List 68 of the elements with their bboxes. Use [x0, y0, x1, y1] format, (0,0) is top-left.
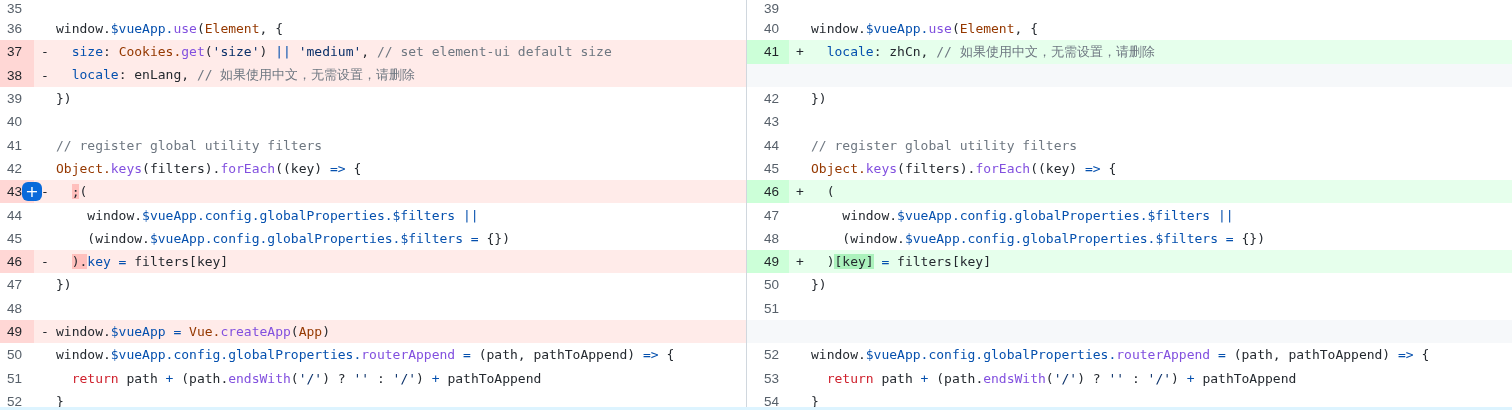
diff-marker: - — [40, 44, 50, 60]
code-line: size: Cookies.get('size') || 'medium', // set element-ui default size — [70, 44, 612, 60]
line-number: 50 — [762, 276, 780, 295]
code-line: }) — [811, 91, 827, 107]
line-number: 45 — [5, 229, 23, 248]
diff-marker: - — [40, 254, 50, 270]
line-number: 54 — [762, 392, 780, 407]
diff-marker: + — [795, 44, 805, 60]
diff-marker: - — [40, 67, 50, 83]
code-line: // register global utility filters — [811, 137, 1078, 153]
code-line: return path + (path.endsWith('/') ? '' : '/') + pathToAppend — [70, 370, 542, 386]
line-number: 48 — [5, 299, 23, 318]
line-number: 51 — [762, 299, 780, 318]
line-number: 47 — [762, 206, 780, 225]
line-number: 42 — [762, 90, 780, 109]
line-number: 41 — [747, 40, 789, 64]
line-number: 40 — [762, 20, 780, 39]
code-line: window.$vueApp.config.globalProperties.$filters || — [86, 207, 479, 223]
add-comment-button[interactable]: + — [22, 182, 42, 202]
code-line: locale: enLang, // 如果使用中文，无需设置，请删除 — [70, 66, 416, 85]
line-number: 44 — [762, 136, 780, 155]
line-number: 52 — [762, 346, 780, 365]
line-number: 46 — [747, 180, 789, 204]
line-number: 37 — [0, 40, 34, 64]
line-number: 42 — [5, 159, 23, 178]
line-number: 45 — [762, 159, 780, 178]
code-line: window.$vueApp.use(Element, { — [811, 21, 1038, 37]
diff-marker: - — [40, 324, 50, 339]
line-number: 39 — [762, 0, 780, 17]
code-line: )[key] = filters[key] — [825, 254, 992, 270]
code-line: window.$vueApp.config.globalProperties.routerAppend = (path, pathToAppend) => { — [811, 347, 1430, 363]
code-line: window.$vueApp.use(Element, { — [56, 21, 283, 37]
code-line: ( — [825, 184, 835, 200]
code-line: // register global utility filters — [56, 137, 323, 153]
line-number: 44 — [5, 206, 23, 225]
code-line: }) — [56, 277, 72, 293]
line-number: 39 — [5, 90, 23, 109]
line-number: 46 — [0, 249, 34, 274]
code-line: (window.$vueApp.config.globalProperties.$filters = {}) — [841, 230, 1265, 246]
diff-marker: - — [40, 184, 50, 200]
code-line: Object.keys(filters).forEach((key) => { — [56, 160, 362, 176]
line-number: 35 — [5, 0, 23, 17]
line-number: 49 — [747, 249, 789, 274]
code-line: window.$vueApp.config.globalProperties.$filters || — [841, 207, 1234, 223]
line-number: 36 — [5, 20, 23, 39]
code-line: }) — [811, 277, 827, 293]
line-number: 47 — [5, 276, 23, 295]
line-number: 40 — [5, 113, 23, 132]
line-number: 41 — [5, 136, 23, 155]
diff-marker: + — [795, 184, 805, 200]
code-line: window.$vueApp.config.globalProperties.routerAppend = (path, pathToAppend) => { — [56, 347, 675, 363]
line-number: 49 — [0, 319, 34, 344]
code-line: ;( — [70, 184, 88, 200]
line-number: 43 — [762, 113, 780, 132]
line-number: 53 — [762, 369, 780, 388]
diff-marker: + — [795, 254, 805, 270]
code-line: locale: zhCn, // 如果使用中文，无需设置，请删除 — [825, 42, 1155, 61]
line-number: 38 — [0, 63, 34, 87]
line-number: 50 — [5, 346, 23, 365]
code-line: ).key = filters[key] — [70, 254, 229, 270]
code-line: window.$vueApp = Vue.createApp(App) — [56, 324, 330, 339]
code-line: (window.$vueApp.config.globalProperties.$filters = {}) — [86, 230, 510, 246]
code-line: return path + (path.endsWith('/') ? '' : '/') + pathToAppend — [825, 370, 1297, 386]
line-number: 48 — [762, 229, 780, 248]
line-number: 51 — [5, 369, 23, 388]
code-line: }) — [56, 91, 72, 107]
code-line: Object.keys(filters).forEach((key) => { — [811, 160, 1117, 176]
line-number: 52 — [5, 392, 23, 407]
